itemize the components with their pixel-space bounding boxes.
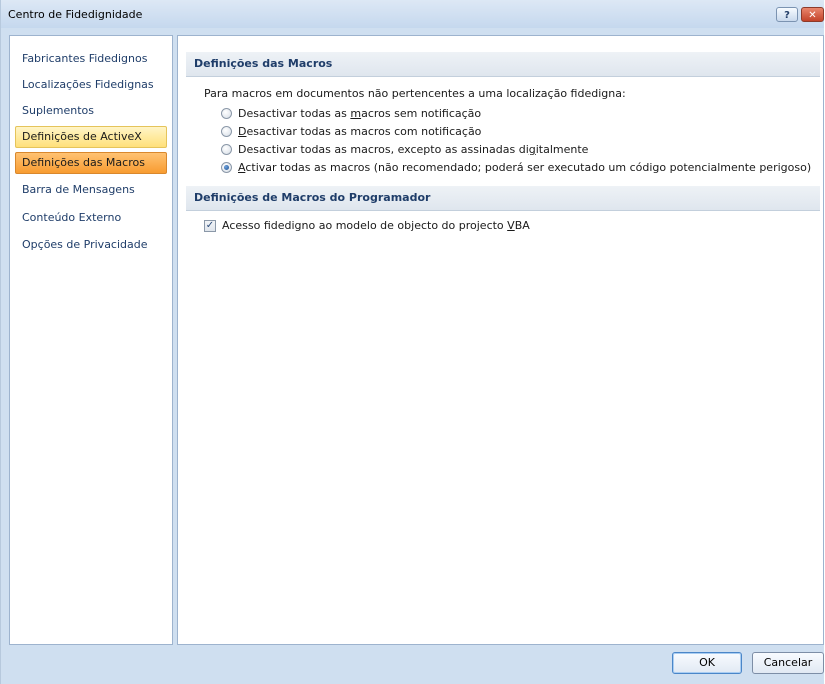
sidebar-item-trusted-publishers[interactable]: Fabricantes Fidedignos: [15, 48, 167, 70]
developer-macro-settings-header: Definições de Macros do Programador: [186, 186, 820, 211]
sidebar-item-add-ins[interactable]: Suplementos: [15, 100, 167, 122]
sidebar-item-message-bar[interactable]: Barra de Mensagens: [15, 179, 167, 201]
macro-settings-header: Definições das Macros: [186, 52, 820, 77]
window-title: Centro de Fidedignidade: [8, 8, 143, 21]
sidebar: Fabricantes Fidedignos Localizações Fide…: [9, 35, 173, 645]
sidebar-item-privacy-options[interactable]: Opções de Privacidade: [15, 234, 167, 256]
title-bar: Centro de Fidedignidade ? ✕: [1, 0, 824, 28]
radio-button-checked[interactable]: [221, 162, 232, 173]
checkbox-label: Acesso fidedigno ao modelo de objecto do…: [222, 219, 530, 232]
sidebar-item-macro-settings[interactable]: Definições das Macros: [15, 152, 167, 174]
radio-label: Activar todas as macros (não recomendado…: [238, 161, 812, 174]
radio-label: Desactivar todas as macros sem notificaç…: [238, 107, 482, 120]
radio-label: Desactivar todas as macros, excepto as a…: [238, 143, 589, 156]
trust-center-dialog: Centro de Fidedignidade ? ✕ Fabricantes …: [0, 0, 824, 684]
radio-button[interactable]: [221, 126, 232, 137]
close-button[interactable]: ✕: [801, 7, 824, 22]
macro-settings-intro: Para macros em documentos não pertencent…: [204, 87, 626, 100]
cancel-button[interactable]: Cancelar: [752, 652, 824, 674]
help-button[interactable]: ?: [776, 7, 798, 22]
sidebar-item-external-content[interactable]: Conteúdo Externo: [15, 207, 167, 229]
content-panel: Definições das Macros Para macros em doc…: [177, 35, 824, 645]
radio-button[interactable]: [221, 144, 232, 155]
sidebar-item-activex-settings[interactable]: Definições de ActiveX: [15, 126, 167, 148]
sidebar-item-trusted-locations[interactable]: Localizações Fidedignas: [15, 74, 167, 96]
radio-label: Desactivar todas as macros com notificaç…: [238, 125, 482, 138]
radio-button[interactable]: [221, 108, 232, 119]
checkmark-icon[interactable]: ✓: [204, 220, 216, 232]
ok-button[interactable]: OK: [672, 652, 742, 674]
